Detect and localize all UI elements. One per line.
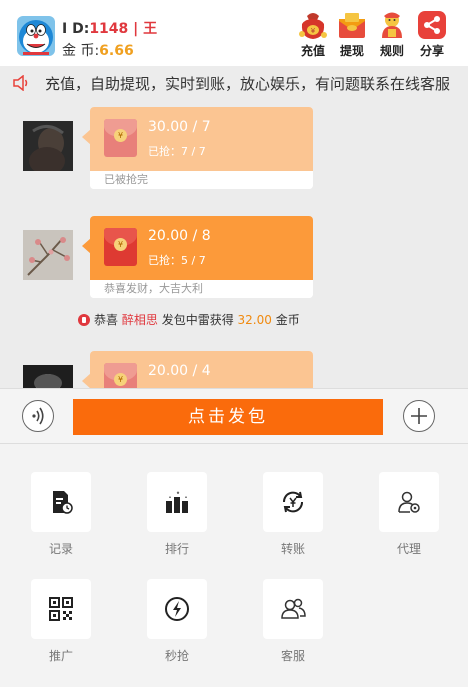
bubble-body: ¥ 30.00 / 7 已抢：7 / 7 [90, 107, 313, 171]
red-packet-bubble[interactable]: ¥ 30.00 / 7 已抢：7 / 7 已被抢完 [90, 107, 313, 189]
menu-item-transfer[interactable]: 转账 [263, 472, 323, 557]
menu-label: 转账 [280, 542, 305, 556]
sender-avatar[interactable] [23, 365, 73, 388]
packet-amount: 20.00 / 8 [148, 228, 211, 244]
bubble-body: ¥ 20.00 / 8 已抢：5 / 7 [90, 216, 313, 280]
app-root: I D:1148 | 王 金 币:6.66 ¥ 充值 提现 规则 分享 充值，自… [0, 0, 468, 687]
withdraw-envelope-icon [336, 10, 368, 40]
menu-label: 代理 [396, 542, 421, 556]
menu-item-record[interactable]: 记录 [31, 472, 91, 557]
announcement-marquee: 充值，自助提现，实时到账，放心娱乐，有问题联系在线客服 [0, 66, 468, 100]
menu-label: 客服 [280, 649, 305, 663]
more-button[interactable] [403, 400, 435, 432]
packet-status: 恭喜发财，大吉大利 [90, 280, 313, 298]
plus-icon [411, 408, 427, 424]
coin-balance: 金 币:6.66 [62, 40, 134, 60]
speaker-icon [12, 74, 30, 92]
red-envelope-icon: ¥ [104, 228, 137, 266]
svg-text:¥: ¥ [311, 27, 316, 35]
withdraw-button[interactable]: 提现 [332, 10, 372, 59]
packet-grabbed: 已抢：5 / 7 [148, 254, 206, 267]
packet-amount: 20.00 / 4 [148, 363, 211, 379]
red-envelope-icon: ¥ [104, 363, 137, 388]
agent-icon [379, 472, 439, 532]
id-label: I D: [62, 21, 90, 37]
withdraw-label: 提现 [339, 44, 364, 58]
recharge-bag-icon: ¥ [297, 10, 329, 40]
qrcode-icon [31, 579, 91, 639]
chat-area: ¥ 30.00 / 7 已抢：7 / 7 已被抢完 ¥ 20.00 / 8 已抢… [0, 100, 468, 388]
share-label: 分享 [419, 44, 444, 58]
mine-hit-notice: 恭喜 醉相思 发包中雷获得 32.00 金币 [78, 311, 300, 328]
notice-suffix: 金币 [275, 313, 300, 327]
ranking-icon [147, 472, 207, 532]
menu-item-agent[interactable]: 代理 [379, 472, 439, 557]
marquee-text: 充值，自助提现，实时到账，放心娱乐，有问题联系在线客服 [45, 73, 450, 94]
coins-value: 6.66 [99, 43, 134, 59]
packet-status: 已被抢完 [90, 171, 313, 189]
send-packet-button[interactable]: 点击发包 [73, 399, 383, 435]
packet-amount: 30.00 / 7 [148, 119, 211, 135]
red-envelope-icon: ¥ [104, 119, 137, 157]
rules-label: 规则 [379, 44, 404, 58]
red-packet-bubble[interactable]: ¥ 20.00 / 4 [90, 351, 313, 388]
bubble-body: ¥ 20.00 / 4 [90, 351, 313, 388]
recharge-label: 充值 [300, 44, 325, 58]
function-menu: 记录 排行 转账 代理 推广 秒抢 客服 [0, 444, 468, 687]
menu-label: 排行 [164, 542, 189, 556]
menu-item-customer-service[interactable]: 客服 [263, 579, 323, 664]
id-separator: | [133, 21, 139, 37]
menu-item-promote[interactable]: 推广 [31, 579, 91, 664]
lightning-icon [147, 579, 207, 639]
notice-amount: 32.00 [237, 313, 272, 327]
menu-label: 记录 [48, 542, 73, 556]
packet-grabbed: 已抢：7 / 7 [148, 145, 206, 158]
lock-badge-icon [78, 314, 90, 326]
share-icon [416, 10, 448, 40]
id-value: 1148 [89, 21, 129, 37]
share-button[interactable]: 分享 [412, 10, 452, 59]
menu-label: 秒抢 [164, 649, 189, 663]
sender-avatar[interactable] [23, 121, 73, 171]
red-packet-bubble[interactable]: ¥ 20.00 / 8 已抢：5 / 7 恭喜发财，大吉大利 [90, 216, 313, 298]
menu-item-quick-grab[interactable]: 秒抢 [147, 579, 207, 664]
coins-label: 金 币: [62, 43, 100, 59]
notice-name: 醉相思 [121, 313, 158, 327]
notice-prefix: 恭喜 [94, 313, 119, 327]
marquee-text-body: 充值，自助提现，实时到账，放心娱乐，有问题联系在线客服 [45, 75, 451, 93]
header: I D:1148 | 王 金 币:6.66 ¥ 充值 提现 规则 分享 [0, 0, 468, 66]
user-name: 王 [143, 21, 158, 37]
notice-middle: 发包中雷获得 [161, 313, 234, 327]
recharge-button[interactable]: ¥ 充值 [293, 10, 333, 59]
record-icon [31, 472, 91, 532]
rules-button[interactable]: 规则 [372, 10, 412, 59]
send-bar: 点击发包 [0, 388, 468, 444]
sender-avatar[interactable] [23, 230, 73, 280]
user-id: I D:1148 | 王 [62, 18, 157, 38]
customer-service-icon [263, 579, 323, 639]
user-avatar[interactable] [17, 16, 55, 56]
menu-label: 推广 [48, 649, 73, 663]
menu-item-ranking[interactable]: 排行 [147, 472, 207, 557]
rules-character-icon [376, 10, 408, 40]
voice-wave-icon [32, 407, 44, 425]
transfer-icon [263, 472, 323, 532]
voice-button[interactable] [22, 400, 54, 432]
